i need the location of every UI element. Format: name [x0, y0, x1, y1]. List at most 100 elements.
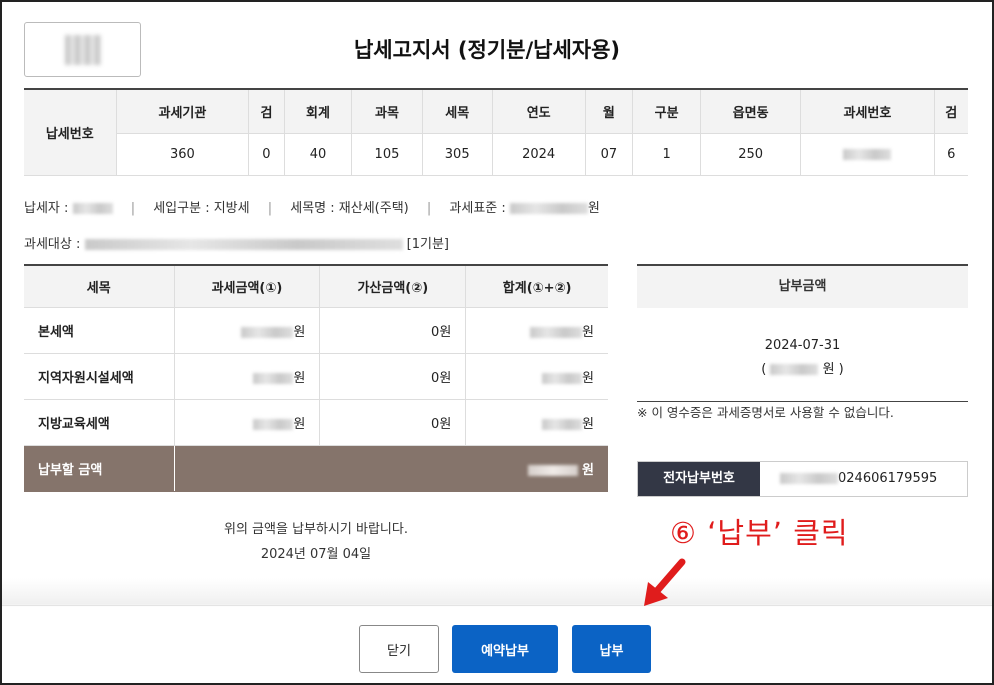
epay-label: 전자납부번호 [638, 462, 760, 496]
tax-object-label: 과세대상 : [24, 237, 81, 252]
epay-value: 024606179595 [760, 462, 967, 496]
tax-object-line: 과세대상 : [1기분] [24, 233, 449, 252]
header-cell: 과세금액(①) [173, 265, 320, 308]
unit: 원 [582, 370, 594, 386]
header-cell: 읍면동 [699, 89, 801, 134]
header-cell: 합계(①+②) [465, 265, 608, 308]
paren-open: ( [761, 362, 767, 377]
close-button[interactable]: 닫기 [359, 625, 439, 673]
header-cell: 검 [248, 89, 285, 134]
header-cell: 과세기관 [115, 89, 249, 134]
header-cell: 가산금액(②) [319, 265, 466, 308]
value-cell: 305 [421, 133, 493, 176]
header-cell: 과목 [351, 89, 423, 134]
header-cell: 세목 [24, 265, 174, 308]
tax-number-value-row: 360 0 40 105 305 2024 07 1 250 6 [24, 133, 968, 176]
redacted-text [241, 326, 294, 338]
value-cell: 6 [933, 133, 968, 176]
unit: 원 [582, 416, 594, 432]
payment-amount-header: 납부금액 [637, 266, 968, 308]
issuer-logo [24, 22, 141, 77]
total-amount: 원 [465, 307, 608, 354]
issue-date: 2024년 07월 04일 [260, 547, 372, 562]
reserve-payment-button[interactable]: 예약납부 [452, 625, 558, 673]
redacted-text [770, 364, 819, 375]
amount-row: 본세액 원 0원 원 [24, 307, 608, 354]
value-cell: 0 [248, 133, 285, 176]
taxpayer-info-line: 납세자 : | 세입구분 : 지방세 | 세목명 : 재산세(주택) | 과세표… [24, 197, 600, 216]
value-cell: 250 [699, 133, 801, 176]
logo-redacted [65, 35, 101, 65]
tax-base-label: 과세표준 : [449, 201, 506, 216]
tax-number-row-label: 납세번호 [24, 89, 116, 176]
total-row: 납부할 금액 원 [24, 445, 608, 492]
payment-request-message: 위의 금액을 납부하시기 바랍니다. [224, 522, 408, 537]
extra-amount: 0원 [319, 307, 466, 354]
header-cell: 월 [584, 89, 633, 134]
header-cell: 세목 [421, 89, 493, 134]
amount-header-row: 세목 과세금액(①) 가산금액(②) 합계(①+②) [24, 265, 608, 308]
unit: 원 [582, 462, 594, 478]
payment-amount-box: 납부금액 2024-07-31 ( 원 ) [637, 264, 968, 402]
redacted-text [72, 203, 113, 214]
value-cell: 105 [351, 133, 423, 176]
taxable-amount: 원 [173, 399, 320, 446]
electronic-payment-number: 전자납부번호 024606179595 [637, 461, 968, 497]
redacted-text [527, 464, 578, 476]
taxable-amount: 원 [173, 353, 320, 400]
due-date: 2024-07-31 [764, 338, 841, 353]
redacted-text [780, 473, 838, 484]
amount-row: 지방교육세액 원 0원 원 [24, 399, 608, 446]
header-cell: 구분 [632, 89, 701, 134]
unit: 원 [293, 370, 306, 386]
value-cell-redacted [800, 133, 935, 176]
unit: 원 [293, 416, 306, 432]
epay-number: 024606179595 [838, 471, 938, 486]
taxpayer-label: 납세자 : [24, 201, 69, 216]
tax-number-header-row: 납세번호 과세기관 검 회계 과목 세목 연도 월 구분 읍면동 과세번호 검 [24, 89, 968, 176]
income-type: 세입구분 : 지방세 [153, 201, 250, 216]
header-cell: 검 [933, 89, 968, 134]
value-cell: 2024 [491, 133, 586, 176]
value-cell: 1 [632, 133, 701, 176]
redacted-text [542, 372, 583, 384]
total-amount: 원 [465, 399, 608, 446]
extra-amount: 0원 [319, 399, 466, 446]
page-title: 납세고지서 (정기분/납세자용) [353, 38, 620, 62]
payment-amount: ( 원 ) [637, 358, 968, 382]
total-label: 납부할 금액 [24, 445, 175, 492]
tax-item-name: 세목명 : 재산세(주택) [290, 201, 409, 216]
receipt-notice: ※ 이 영수증은 과세증명서로 사용할 수 없습니다. [637, 405, 894, 420]
divider: | [267, 201, 273, 216]
tax-object-suffix: [1기분] [406, 237, 449, 252]
unit: 원 [582, 324, 594, 340]
payment-amount-body: 2024-07-31 ( 원 ) [637, 308, 968, 402]
red-arrow-icon [644, 558, 686, 606]
redacted-text [253, 418, 294, 430]
tax-base-unit: 원 [587, 201, 600, 216]
footer-divider [2, 605, 992, 606]
row-label: 본세액 [24, 307, 174, 354]
redacted-text [509, 203, 588, 214]
extra-amount: 0원 [319, 353, 466, 400]
redacted-text [530, 326, 583, 338]
header-cell: 과세번호 [800, 89, 935, 134]
divider: | [130, 201, 136, 216]
row-label: 지역자원시설세액 [24, 353, 174, 400]
amount-unit: 원 ) [822, 362, 844, 377]
redacted-text [84, 239, 403, 250]
pay-button[interactable]: 납부 [572, 625, 651, 673]
value-cell: 07 [584, 133, 633, 176]
redacted-text [843, 148, 892, 160]
total-amount: 원 [465, 353, 608, 400]
tax-notice-window: 납세고지서 (정기분/납세자용) 납세번호 과세기관 검 회계 과목 세목 연도… [0, 0, 994, 685]
redacted-text [542, 418, 583, 430]
amount-row: 지역자원시설세액 원 0원 원 [24, 353, 608, 400]
total-payable-amount: 원 [173, 445, 608, 492]
tutorial-annotation: ⑥ ‘납부’ 클릭 [670, 516, 849, 550]
tax-number-table: 납세번호 과세기관 검 회계 과목 세목 연도 월 구분 읍면동 과세번호 검 … [24, 88, 968, 176]
divider: | [426, 201, 432, 216]
header-cell: 연도 [491, 89, 586, 134]
value-cell: 360 [115, 133, 249, 176]
amount-table: 세목 과세금액(①) 가산금액(②) 합계(①+②) 본세액 원 0원 원 지역… [24, 264, 608, 492]
